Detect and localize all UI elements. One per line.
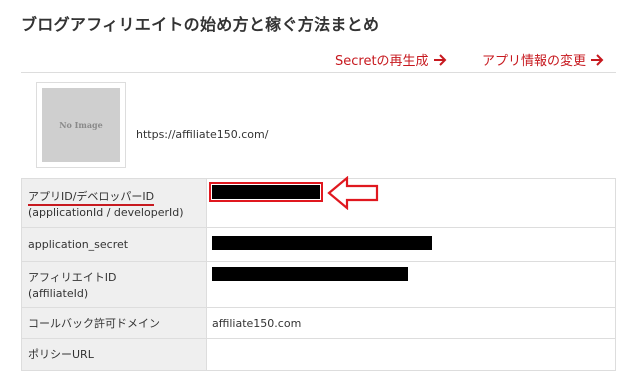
arrow-right-icon bbox=[433, 53, 446, 66]
redacted-value bbox=[212, 267, 408, 281]
callback-domain-value[interactable]: affiliate150.com bbox=[206, 307, 616, 339]
site-url: https://affiliate150.com/ bbox=[136, 128, 269, 141]
row-label-cell: ポリシーURL bbox=[21, 338, 207, 371]
redacted-value bbox=[209, 181, 323, 202]
application-secret-value[interactable] bbox=[206, 227, 616, 262]
regenerate-secret-link[interactable]: Secretの再生成 bbox=[335, 50, 447, 69]
application-id-value[interactable] bbox=[206, 178, 616, 228]
no-image-text: No Image bbox=[59, 120, 103, 130]
policy-url-label: ポリシーURL bbox=[28, 348, 94, 361]
callback-domain-label: コールバック許可ドメイン bbox=[28, 317, 160, 330]
app-thumbnail: No Image bbox=[36, 82, 126, 168]
affiliate-id-label: アフィリエイトID bbox=[28, 271, 117, 284]
table-row-policy-url: ポリシーURL bbox=[21, 338, 616, 371]
table-row-callback-domain: コールバック許可ドメイン affiliate150.com bbox=[21, 307, 616, 339]
table-row-application-secret: application_secret bbox=[21, 227, 616, 262]
affiliate-id-value[interactable] bbox=[206, 261, 616, 308]
row-label-cell: コールバック許可ドメイン bbox=[21, 307, 207, 339]
table-row-affiliate-id: アフィリエイトID (affiliateId) bbox=[21, 261, 616, 308]
row-label-cell: application_secret bbox=[21, 227, 207, 262]
row-label-cell: アプリID/デベロッパーID (applicationId / develope… bbox=[21, 178, 207, 228]
row-label-cell: アフィリエイトID (affiliateId) bbox=[21, 261, 207, 308]
no-image-placeholder: No Image bbox=[42, 88, 120, 162]
regenerate-secret-label: Secretの再生成 bbox=[335, 54, 429, 69]
application-id-sublabel: (applicationId / developerId) bbox=[28, 205, 184, 219]
policy-url-value[interactable] bbox=[206, 338, 616, 371]
page-title: ブログアフィリエイトの始め方と稼ぐ方法まとめ bbox=[21, 15, 380, 34]
app-info-table: アプリID/デベロッパーID (applicationId / develope… bbox=[21, 178, 616, 371]
edit-app-info-link[interactable]: アプリ情報の変更 bbox=[482, 50, 604, 69]
application-id-label: アプリID/デベロッパーID bbox=[28, 189, 155, 206]
application-secret-label: application_secret bbox=[28, 238, 129, 251]
table-row-application-id: アプリID/デベロッパーID (applicationId / develope… bbox=[21, 178, 616, 228]
edit-app-info-label: アプリ情報の変更 bbox=[482, 54, 587, 69]
header-divider bbox=[21, 72, 616, 73]
redacted-value bbox=[212, 236, 432, 250]
arrow-right-icon bbox=[591, 53, 604, 66]
affiliate-id-sublabel: (affiliateId) bbox=[28, 287, 89, 300]
left-arrow-callout-icon bbox=[327, 176, 379, 210]
